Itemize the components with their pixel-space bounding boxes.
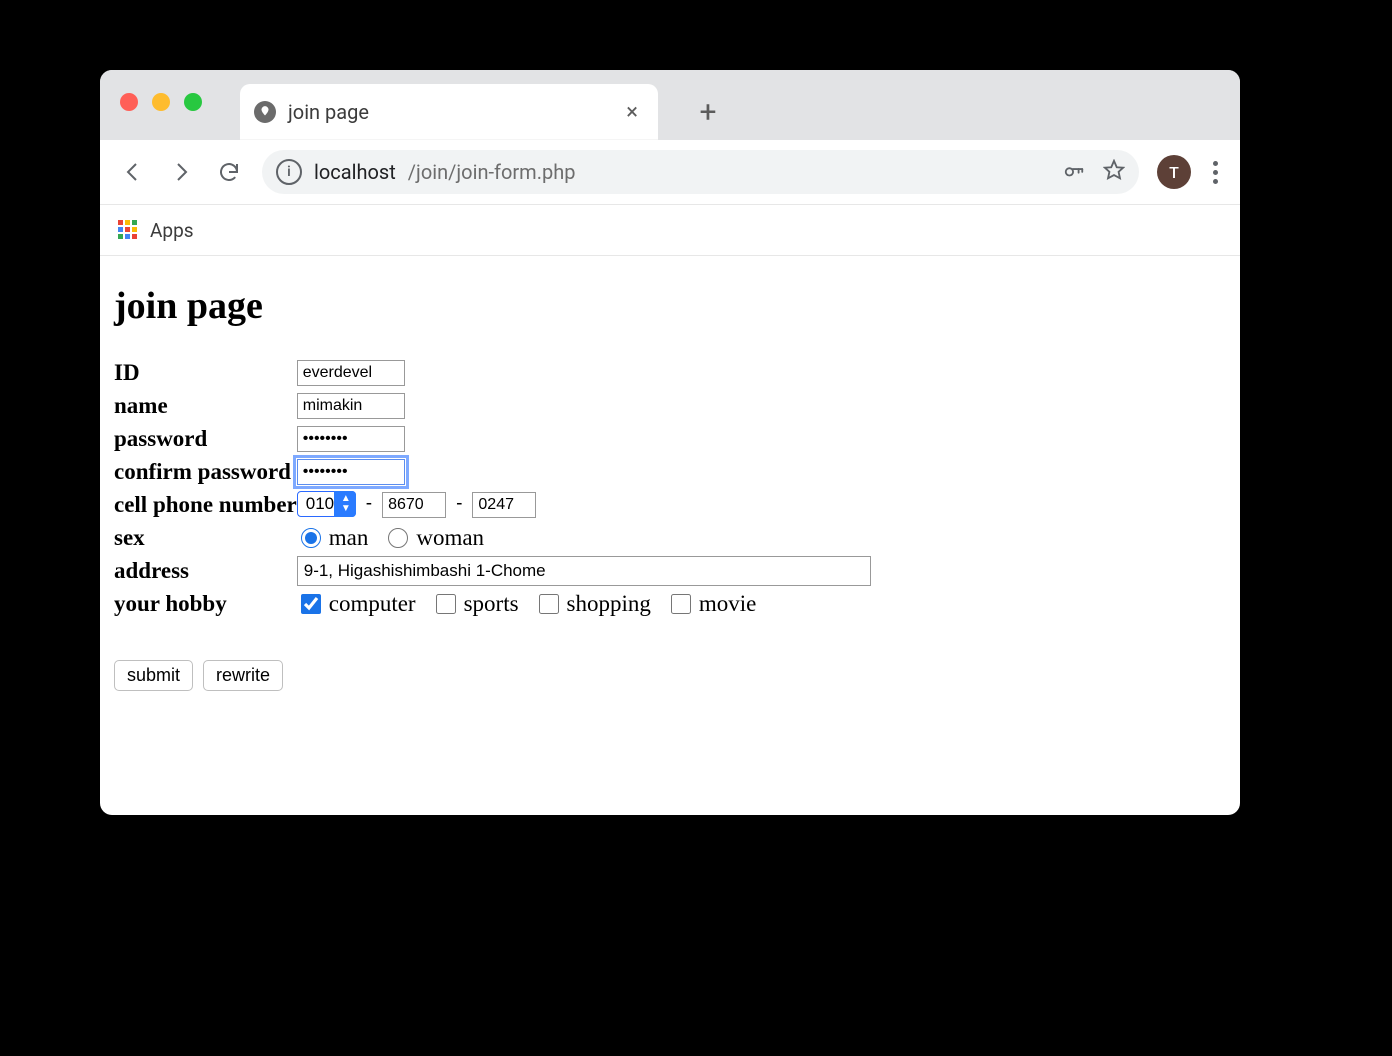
apps-label[interactable]: Apps (150, 219, 194, 242)
hobby-movie-label: movie (699, 591, 757, 616)
hobby-computer-checkbox[interactable] (301, 594, 321, 614)
submit-button[interactable]: submit (114, 660, 193, 691)
phone-dash-1: - (360, 493, 378, 514)
label-hobby: your hobby (114, 587, 297, 620)
browser-window: join page × + i localhost/join/join-form… (100, 70, 1240, 815)
tab-strip: join page × + (100, 70, 1240, 140)
label-phone: cell phone number (114, 488, 297, 521)
apps-icon[interactable] (118, 220, 138, 240)
window-controls (120, 93, 202, 111)
reload-button[interactable] (214, 157, 244, 187)
url-host: localhost (314, 160, 396, 184)
hobby-sports-label: sports (464, 591, 519, 616)
browser-tab[interactable]: join page × (240, 84, 658, 140)
page-title: join page (114, 284, 1226, 328)
profile-avatar[interactable]: T (1157, 155, 1191, 189)
bookmarks-bar: Apps (100, 205, 1240, 256)
label-address: address (114, 554, 297, 587)
name-field[interactable] (297, 393, 405, 419)
maximize-window-button[interactable] (184, 93, 202, 111)
new-tab-button[interactable]: + (688, 84, 728, 140)
phone-mid-field[interactable] (382, 492, 446, 518)
hobby-shopping-checkbox[interactable] (539, 594, 559, 614)
sex-woman-radio[interactable] (388, 528, 408, 548)
menu-button[interactable] (1209, 161, 1222, 184)
close-tab-button[interactable]: × (620, 100, 644, 125)
url-path: /join/join-form.php (408, 160, 576, 184)
close-window-button[interactable] (120, 93, 138, 111)
sex-man-label: man (329, 525, 369, 550)
tab-title: join page (288, 100, 608, 124)
bookmark-star-icon[interactable] (1103, 159, 1125, 186)
label-sex: sex (114, 521, 297, 554)
password-key-icon[interactable] (1063, 159, 1085, 186)
hobby-movie-checkbox[interactable] (671, 594, 691, 614)
id-field[interactable] (297, 360, 405, 386)
rewrite-button[interactable]: rewrite (203, 660, 283, 691)
password-field[interactable] (297, 426, 405, 452)
page-content: join page ID name password confirm passw… (100, 256, 1240, 711)
site-info-icon[interactable]: i (276, 159, 302, 185)
label-name: name (114, 389, 297, 422)
favicon-icon (254, 101, 276, 123)
label-id: ID (114, 356, 297, 389)
minimize-window-button[interactable] (152, 93, 170, 111)
hobby-sports-checkbox[interactable] (436, 594, 456, 614)
join-form: ID name password confirm password cell p… (114, 356, 871, 620)
phone-dash-2: - (450, 493, 468, 514)
phone-last-field[interactable] (472, 492, 536, 518)
forward-button[interactable] (166, 157, 196, 187)
hobby-computer-label: computer (329, 591, 416, 616)
phone-prefix-select[interactable]: 010 (297, 491, 356, 517)
address-bar[interactable]: i localhost/join/join-form.php (262, 150, 1139, 194)
label-confirm-password: confirm password (114, 455, 297, 488)
hobby-shopping-label: shopping (567, 591, 651, 616)
browser-toolbar: i localhost/join/join-form.php T (100, 140, 1240, 205)
back-button[interactable] (118, 157, 148, 187)
confirm-password-field[interactable] (297, 459, 405, 485)
label-password: password (114, 422, 297, 455)
address-field[interactable] (297, 556, 871, 586)
sex-woman-label: woman (416, 525, 484, 550)
sex-man-radio[interactable] (301, 528, 321, 548)
